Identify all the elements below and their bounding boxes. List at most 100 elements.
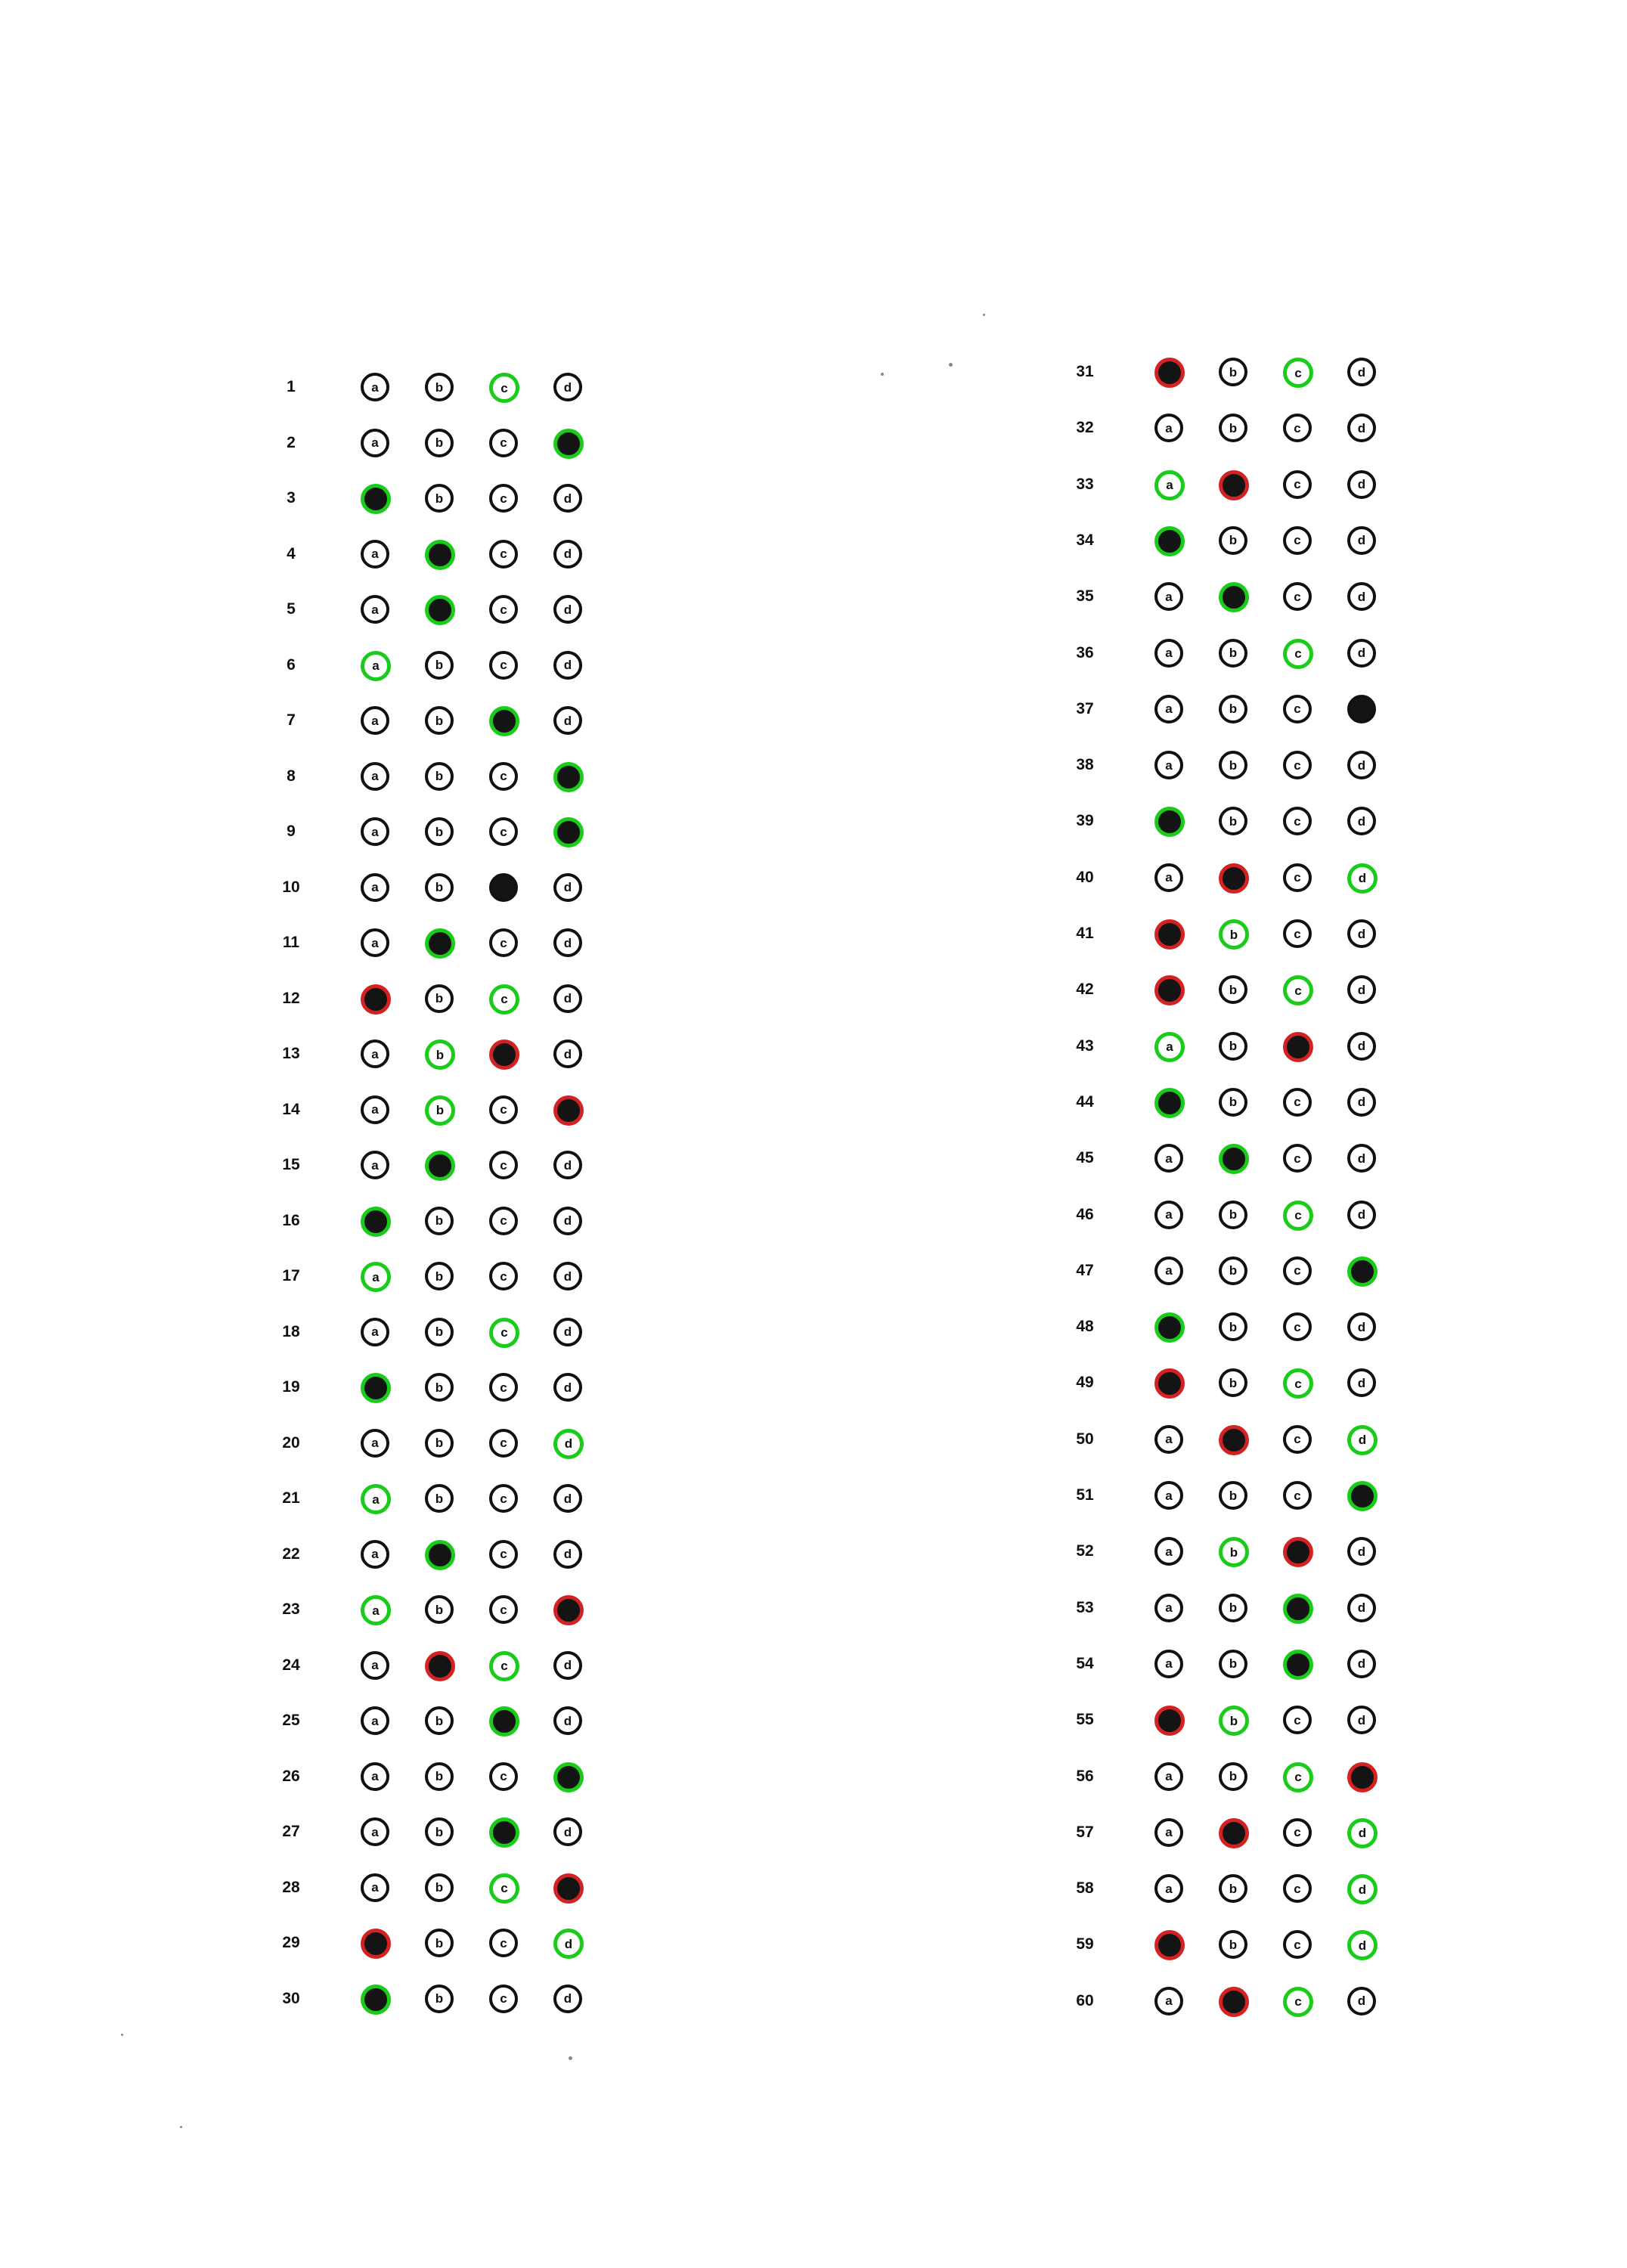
answer-bubble-d[interactable]: d: [1347, 975, 1376, 1005]
answer-bubble-c[interactable]: c: [489, 1040, 519, 1070]
answer-bubble-c[interactable]: c: [489, 484, 518, 513]
answer-bubble-d[interactable]: d: [1347, 358, 1376, 386]
answer-bubble-b[interactable]: b: [1219, 1144, 1249, 1175]
answer-bubble-b[interactable]: b: [1219, 582, 1249, 613]
answer-bubble-d[interactable]: d: [553, 650, 582, 680]
answer-bubble-d[interactable]: d: [1347, 1312, 1376, 1342]
answer-bubble-b[interactable]: b: [1219, 358, 1247, 386]
answer-bubble-a[interactable]: a: [361, 484, 391, 514]
answer-bubble-a[interactable]: a: [1154, 1087, 1185, 1118]
answer-bubble-d[interactable]: d: [553, 1095, 584, 1126]
answer-bubble-c[interactable]: c: [489, 1706, 519, 1737]
answer-bubble-b[interactable]: b: [1219, 1986, 1249, 2017]
answer-bubble-b[interactable]: b: [425, 1317, 454, 1346]
answer-bubble-c[interactable]: c: [489, 1817, 519, 1848]
answer-bubble-b[interactable]: b: [1219, 1930, 1247, 1960]
answer-bubble-b[interactable]: b: [1219, 1761, 1247, 1791]
answer-bubble-d[interactable]: d: [1347, 1593, 1376, 1622]
answer-bubble-d[interactable]: d: [553, 1484, 582, 1513]
answer-bubble-d[interactable]: d: [1347, 1087, 1376, 1117]
answer-bubble-b[interactable]: b: [425, 928, 455, 959]
answer-bubble-d[interactable]: d: [1347, 1256, 1378, 1287]
answer-bubble-c[interactable]: c: [489, 1929, 518, 1957]
answer-bubble-c[interactable]: c: [1283, 1986, 1313, 2017]
answer-bubble-a[interactable]: a: [361, 1428, 389, 1458]
answer-bubble-c[interactable]: c: [489, 1595, 518, 1624]
answer-bubble-b[interactable]: b: [425, 428, 454, 457]
answer-bubble-a[interactable]: a: [361, 1873, 389, 1902]
answer-bubble-b[interactable]: b: [425, 1595, 454, 1624]
answer-bubble-d[interactable]: d: [553, 373, 582, 401]
answer-bubble-a[interactable]: a: [361, 1262, 391, 1292]
answer-bubble-a[interactable]: a: [1154, 1537, 1183, 1566]
answer-bubble-a[interactable]: a: [1154, 807, 1185, 838]
answer-bubble-b[interactable]: b: [425, 1095, 455, 1126]
answer-bubble-b[interactable]: b: [425, 650, 454, 680]
answer-bubble-d[interactable]: d: [553, 595, 582, 624]
answer-bubble-b[interactable]: b: [425, 1151, 455, 1181]
answer-bubble-c[interactable]: c: [1283, 1817, 1312, 1847]
answer-bubble-c[interactable]: c: [1283, 975, 1313, 1006]
answer-bubble-b[interactable]: b: [425, 1761, 454, 1791]
answer-bubble-a[interactable]: a: [361, 539, 389, 569]
answer-bubble-b[interactable]: b: [425, 1650, 455, 1681]
answer-bubble-d[interactable]: d: [553, 872, 582, 902]
answer-bubble-c[interactable]: c: [489, 1262, 518, 1290]
answer-bubble-d[interactable]: d: [553, 1650, 582, 1680]
answer-bubble-c[interactable]: c: [1283, 1706, 1312, 1735]
answer-bubble-b[interactable]: b: [425, 1706, 454, 1735]
answer-bubble-c[interactable]: c: [489, 1151, 518, 1179]
answer-bubble-c[interactable]: c: [1283, 1312, 1312, 1342]
answer-bubble-a[interactable]: a: [361, 1317, 389, 1346]
answer-bubble-d[interactable]: d: [553, 706, 582, 735]
answer-bubble-b[interactable]: b: [425, 1984, 454, 2013]
answer-bubble-c[interactable]: c: [489, 928, 518, 957]
answer-bubble-a[interactable]: a: [1154, 1986, 1183, 2015]
answer-bubble-c[interactable]: c: [489, 872, 518, 902]
answer-bubble-b[interactable]: b: [425, 1373, 454, 1402]
answer-bubble-c[interactable]: c: [489, 1428, 518, 1458]
answer-bubble-c[interactable]: c: [489, 595, 518, 624]
answer-bubble-c[interactable]: c: [1283, 1761, 1313, 1792]
answer-bubble-c[interactable]: c: [1283, 1256, 1312, 1285]
answer-bubble-a[interactable]: a: [361, 1484, 391, 1514]
answer-bubble-d[interactable]: d: [553, 1817, 582, 1846]
answer-bubble-a[interactable]: a: [1154, 1031, 1185, 1062]
answer-bubble-b[interactable]: b: [1219, 1200, 1247, 1229]
answer-bubble-b[interactable]: b: [425, 817, 454, 846]
answer-bubble-b[interactable]: b: [1219, 1368, 1247, 1398]
answer-bubble-b[interactable]: b: [1219, 1874, 1247, 1904]
answer-bubble-b[interactable]: b: [1219, 1649, 1247, 1678]
answer-bubble-d[interactable]: d: [553, 817, 584, 847]
answer-bubble-a[interactable]: a: [1154, 863, 1183, 892]
answer-bubble-c[interactable]: c: [489, 428, 518, 457]
answer-bubble-b[interactable]: b: [1219, 919, 1249, 950]
answer-bubble-d[interactable]: d: [1347, 694, 1376, 723]
answer-bubble-a[interactable]: a: [361, 1206, 391, 1237]
answer-bubble-a[interactable]: a: [361, 761, 389, 791]
answer-bubble-c[interactable]: c: [1283, 1481, 1312, 1510]
answer-bubble-b[interactable]: b: [425, 1040, 455, 1070]
answer-bubble-d[interactable]: d: [1347, 1481, 1378, 1511]
answer-bubble-c[interactable]: c: [489, 706, 519, 736]
answer-bubble-c[interactable]: c: [1283, 863, 1312, 892]
answer-bubble-d[interactable]: d: [553, 1595, 584, 1625]
answer-bubble-c[interactable]: c: [1283, 1424, 1312, 1454]
answer-bubble-a[interactable]: a: [1154, 1649, 1183, 1678]
answer-bubble-b[interactable]: b: [1219, 469, 1249, 500]
answer-bubble-a[interactable]: a: [1154, 1200, 1183, 1229]
answer-bubble-b[interactable]: b: [1219, 1424, 1249, 1455]
answer-bubble-c[interactable]: c: [489, 539, 518, 569]
answer-bubble-d[interactable]: d: [553, 1040, 582, 1068]
answer-bubble-a[interactable]: a: [361, 1095, 389, 1124]
answer-bubble-c[interactable]: c: [1283, 919, 1312, 948]
answer-bubble-d[interactable]: d: [1347, 1368, 1376, 1398]
answer-bubble-a[interactable]: a: [1154, 1593, 1183, 1622]
answer-bubble-a[interactable]: a: [1154, 1368, 1185, 1399]
answer-bubble-c[interactable]: c: [1283, 1593, 1313, 1624]
answer-bubble-a[interactable]: a: [361, 1539, 389, 1569]
answer-bubble-c[interactable]: c: [489, 1206, 518, 1235]
answer-bubble-a[interactable]: a: [361, 984, 391, 1015]
answer-bubble-d[interactable]: d: [553, 1262, 582, 1290]
answer-bubble-c[interactable]: c: [1283, 525, 1312, 555]
